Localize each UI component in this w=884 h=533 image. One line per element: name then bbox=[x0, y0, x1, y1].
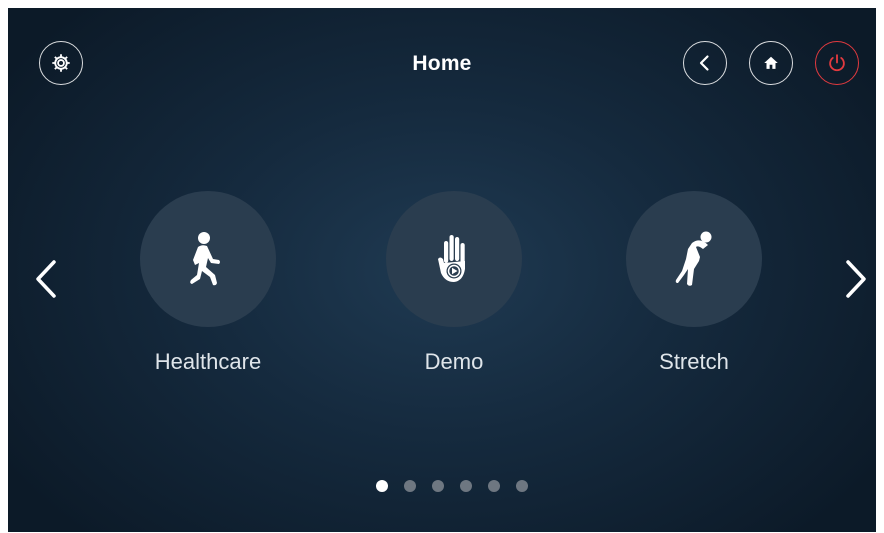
page-dot-1[interactable] bbox=[376, 480, 388, 492]
tile-stretch[interactable] bbox=[626, 191, 762, 327]
back-button[interactable] bbox=[683, 41, 727, 85]
walking-person-icon bbox=[190, 232, 220, 286]
power-icon bbox=[829, 54, 845, 72]
home-button[interactable] bbox=[749, 41, 793, 85]
home-screen: Home Healthcare Demo Stretch bbox=[8, 8, 876, 532]
page-dot-4[interactable] bbox=[460, 480, 472, 492]
page-dot-5[interactable] bbox=[488, 480, 500, 492]
page-dot-2[interactable] bbox=[404, 480, 416, 492]
page-dot-3[interactable] bbox=[432, 480, 444, 492]
chevron-right-icon bbox=[846, 260, 866, 298]
tile-healthcare[interactable] bbox=[140, 191, 276, 327]
power-button[interactable] bbox=[815, 41, 859, 85]
tile-label-demo: Demo bbox=[424, 349, 484, 374]
chevron-left-icon bbox=[699, 55, 709, 71]
carousel-next-arrow[interactable] bbox=[836, 249, 876, 309]
page-dot-6[interactable] bbox=[516, 480, 528, 492]
tile-label-healthcare: Healthcare bbox=[154, 349, 262, 374]
hand-play-icon bbox=[438, 235, 465, 282]
pagination-dots bbox=[376, 480, 528, 492]
tile-demo[interactable] bbox=[386, 191, 522, 327]
home-icon bbox=[764, 56, 778, 69]
stretching-person-icon bbox=[675, 231, 712, 286]
carousel-prev-arrow[interactable] bbox=[26, 249, 66, 309]
tile-label-stretch: Stretch bbox=[659, 349, 729, 374]
chevron-left-icon bbox=[36, 260, 56, 298]
page-title: Home bbox=[412, 52, 472, 75]
